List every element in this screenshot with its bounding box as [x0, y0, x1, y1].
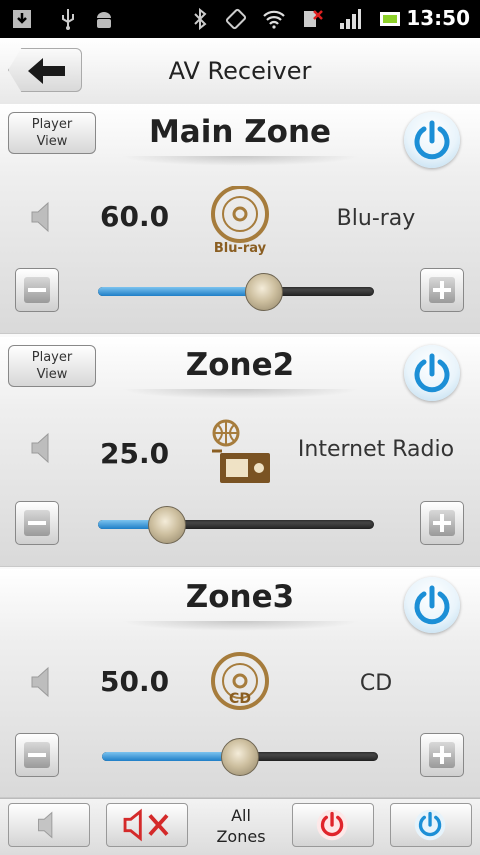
speaker-icon: [38, 811, 53, 839]
clock: 13:50: [406, 6, 470, 30]
all-zones-label-1: All: [231, 806, 251, 825]
volume-slider-knob[interactable]: [244, 273, 283, 311]
minus-icon: [24, 510, 50, 536]
source-label: Internet Radio: [297, 437, 455, 462]
title-divider: [120, 156, 360, 166]
volume-value: 60.0: [100, 200, 170, 233]
plus-icon: [429, 277, 455, 303]
zone-power-button[interactable]: [404, 112, 460, 168]
power-icon: [414, 353, 450, 393]
all-zones-label-2: Zones: [216, 827, 266, 846]
volume-value: 25.0: [100, 437, 170, 470]
all-zones-volume-button[interactable]: [8, 803, 90, 847]
plus-icon: [429, 510, 455, 536]
volume-slider-fill: [98, 287, 264, 296]
source-label: Blu-ray: [336, 206, 416, 231]
battery-icon: [380, 12, 400, 26]
volume-up-button[interactable]: [420, 501, 464, 545]
internet-radio-icon[interactable]: [208, 417, 272, 487]
title-divider: [120, 389, 360, 399]
speaker-icon[interactable]: [28, 431, 58, 465]
volume-slider-knob[interactable]: [148, 506, 186, 544]
volume-slider-fill: [102, 752, 240, 761]
zone-panel-3: Zone3 50.0 CD CD: [0, 569, 480, 801]
page-title: AV Receiver: [168, 57, 312, 85]
volume-slider[interactable]: [98, 506, 374, 544]
bluray-logo-text: Blu-ray: [214, 241, 267, 256]
usb-icon: [62, 9, 74, 30]
plus-icon: [429, 742, 455, 768]
power-off-icon: [316, 809, 348, 841]
status-bar: 13:50: [0, 0, 480, 38]
app-header: AV Receiver: [0, 38, 480, 105]
cd-disc-icon[interactable]: CD: [208, 651, 272, 721]
volume-value: 50.0: [100, 665, 170, 698]
volume-up-button[interactable]: [420, 733, 464, 777]
zone-panel-main: Player View Main Zone 60.0 Blu-ray Blu-r…: [0, 104, 480, 337]
power-off-all-button[interactable]: [292, 803, 374, 847]
source-label: CD: [359, 671, 393, 696]
download-icon: [13, 10, 31, 28]
title-divider: [120, 621, 360, 631]
bottom-toolbar: All Zones: [0, 798, 480, 855]
zone-power-button[interactable]: [404, 345, 460, 401]
bluetooth-icon: [194, 7, 207, 31]
rotation-icon: [225, 8, 247, 30]
volume-down-button[interactable]: [15, 268, 59, 312]
power-icon: [414, 585, 450, 625]
mute-icon: [123, 808, 169, 842]
volume-slider[interactable]: [98, 273, 374, 311]
minus-icon: [24, 277, 50, 303]
volume-down-button[interactable]: [15, 733, 59, 777]
speaker-icon[interactable]: [28, 665, 58, 699]
power-on-all-button[interactable]: [390, 803, 472, 847]
all-zones-label: All Zones: [200, 805, 282, 847]
zone-power-button[interactable]: [404, 577, 460, 633]
minus-icon: [24, 742, 50, 768]
volume-up-button[interactable]: [420, 268, 464, 312]
wifi-icon: [263, 10, 285, 29]
volume-down-button[interactable]: [15, 501, 59, 545]
power-icon: [414, 120, 450, 160]
volume-slider-knob[interactable]: [221, 738, 259, 776]
speaker-icon[interactable]: [28, 200, 58, 234]
volume-slider[interactable]: [102, 738, 378, 776]
zone-panel-2: Player View Zone2 25.0 Internet Radio: [0, 337, 480, 570]
bluray-disc-icon[interactable]: Blu-ray: [208, 186, 272, 256]
signal-icon: [340, 9, 361, 29]
android-icon: [97, 12, 111, 28]
sim-error-icon: [304, 10, 323, 27]
power-on-icon: [414, 809, 446, 841]
mute-all-button[interactable]: [106, 803, 188, 847]
cd-logo-text: CD: [229, 691, 251, 707]
